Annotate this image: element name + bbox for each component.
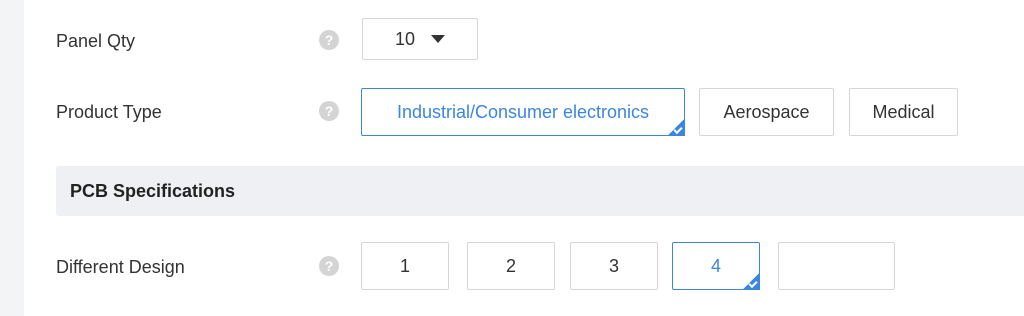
option-label: 4 <box>710 255 721 276</box>
order-form: Panel Qty ? 10 Product Type ? Industrial… <box>0 0 1024 316</box>
panel-qty-value: 10 <box>394 28 416 49</box>
option-label: 2 <box>505 255 516 276</box>
different-design-label: Different Design <box>56 257 185 277</box>
option-label: Aerospace <box>723 101 810 122</box>
help-icon[interactable]: ? <box>319 101 339 121</box>
product-type-option-industrial[interactable]: Industrial/Consumer electronics <box>361 88 685 136</box>
left-sidebar-edge <box>0 0 24 316</box>
design-option-4[interactable]: 4 <box>672 242 760 290</box>
section-header: PCB Specifications <box>56 166 1024 216</box>
section-title: PCB Specifications <box>70 181 236 201</box>
panel-qty-label: Panel Qty <box>56 31 136 51</box>
checkmark-icon <box>667 118 685 136</box>
product-type-label: Product Type <box>56 102 162 122</box>
panel-qty-select[interactable]: 10 <box>362 18 478 60</box>
help-icon[interactable]: ? <box>319 30 339 50</box>
option-label: 3 <box>608 255 619 276</box>
option-label: 1 <box>399 255 410 276</box>
option-label: Medical <box>872 101 935 122</box>
design-option-2[interactable]: 2 <box>467 242 555 290</box>
design-option-custom[interactable] <box>778 242 895 290</box>
product-type-option-aerospace[interactable]: Aerospace <box>699 88 834 136</box>
caret-down-icon <box>431 35 446 43</box>
design-option-3[interactable]: 3 <box>570 242 658 290</box>
checkmark-icon <box>742 272 760 290</box>
design-option-1[interactable]: 1 <box>361 242 449 290</box>
product-type-option-medical[interactable]: Medical <box>849 88 958 136</box>
help-icon[interactable]: ? <box>319 256 339 276</box>
option-label: Industrial/Consumer electronics <box>396 101 650 122</box>
